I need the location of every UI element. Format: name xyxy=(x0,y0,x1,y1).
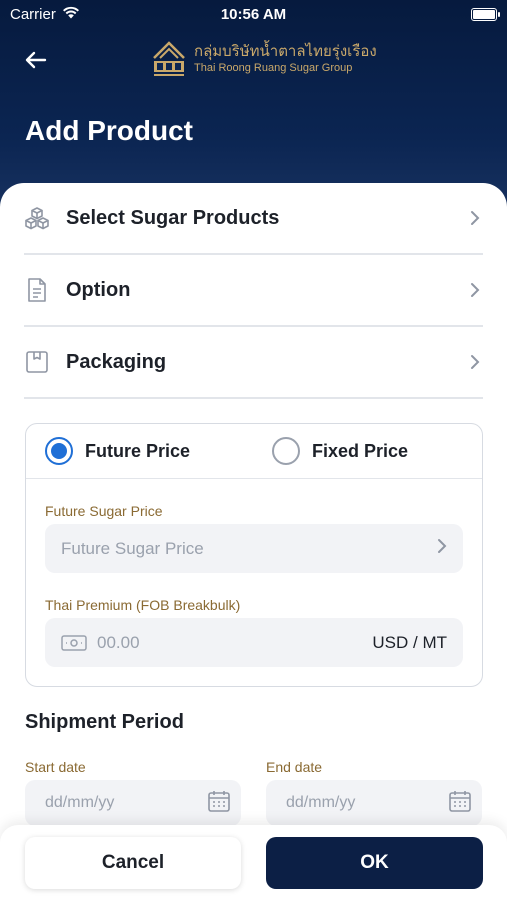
ok-button[interactable]: OK xyxy=(266,837,483,889)
logo-english-text: Thai Roong Ruang Sugar Group xyxy=(194,62,353,74)
shipment-period-title: Shipment Period xyxy=(25,711,184,733)
menu-row-select-sugar-products[interactable]: Select Sugar Products xyxy=(24,183,483,255)
footer-actions: Cancel OK xyxy=(0,825,507,900)
chevron-right-icon xyxy=(467,282,483,298)
menu-label: Option xyxy=(66,278,131,301)
chevron-right-icon xyxy=(467,210,483,226)
future-sugar-price-placeholder: Future Sugar Price xyxy=(61,538,204,558)
cancel-button[interactable]: Cancel xyxy=(25,837,241,889)
calendar-icon xyxy=(448,789,472,818)
radio-future-price[interactable]: Future Price xyxy=(45,437,190,465)
end-date-field[interactable]: dd/mm/yy xyxy=(266,780,482,826)
status-bar: Carrier 10:56 AM xyxy=(0,4,507,26)
money-icon xyxy=(61,634,87,652)
radio-label: Future Price xyxy=(85,440,191,461)
radio-selected-icon xyxy=(45,437,73,465)
document-icon xyxy=(24,277,50,303)
status-time: 10:56 AM xyxy=(220,6,287,23)
thai-premium-placeholder: 00.00 xyxy=(97,632,140,652)
menu-label: Select Sugar Products xyxy=(66,206,280,229)
logo-thai-text: กลุ่มบริษัทน้ำตาลไทยรุ่งเรือง xyxy=(194,43,377,60)
arrow-left-icon xyxy=(25,51,47,69)
price-type-selector: Future Price Fixed Price xyxy=(26,424,482,479)
price-card: Future Price Fixed Price Future Sugar Pr… xyxy=(25,423,483,687)
menu-label: Packaging xyxy=(66,350,167,373)
radio-unselected-icon xyxy=(272,437,300,465)
start-date-placeholder: dd/mm/yy xyxy=(45,794,115,811)
thai-premium-label: Thai Premium (FOB Breakbulk) xyxy=(45,597,241,613)
radio-fixed-price[interactable]: Fixed Price xyxy=(272,437,408,465)
content-sheet: Select Sugar Products Option Packaging F… xyxy=(0,183,507,900)
start-date-label: Start date xyxy=(25,759,86,775)
future-sugar-price-field[interactable]: Future Sugar Price xyxy=(45,524,463,573)
trr-logo-icon xyxy=(153,41,185,76)
future-sugar-price-label: Future Sugar Price xyxy=(45,503,163,519)
chevron-right-icon xyxy=(467,354,483,370)
company-logo: กลุ่มบริษัทน้ำตาลไทยรุ่งเรือง Thai Roong… xyxy=(152,40,377,78)
end-date-label: End date xyxy=(266,759,323,775)
boxes-icon xyxy=(24,205,50,231)
radio-label: Fixed Price xyxy=(312,440,409,461)
page-title: Add Product xyxy=(25,115,193,146)
start-date-field[interactable]: dd/mm/yy xyxy=(25,780,241,826)
back-button[interactable] xyxy=(22,46,50,74)
menu-row-option[interactable]: Option xyxy=(24,255,483,327)
thai-premium-unit: USD / MT xyxy=(372,632,447,652)
end-date-placeholder: dd/mm/yy xyxy=(286,794,356,811)
menu-row-packaging[interactable]: Packaging xyxy=(24,327,483,399)
battery-icon xyxy=(471,8,500,21)
package-icon xyxy=(24,349,50,375)
calendar-icon xyxy=(207,789,231,818)
chevron-right-icon xyxy=(437,538,447,559)
thai-premium-field[interactable]: 00.00 USD / MT xyxy=(45,618,463,667)
